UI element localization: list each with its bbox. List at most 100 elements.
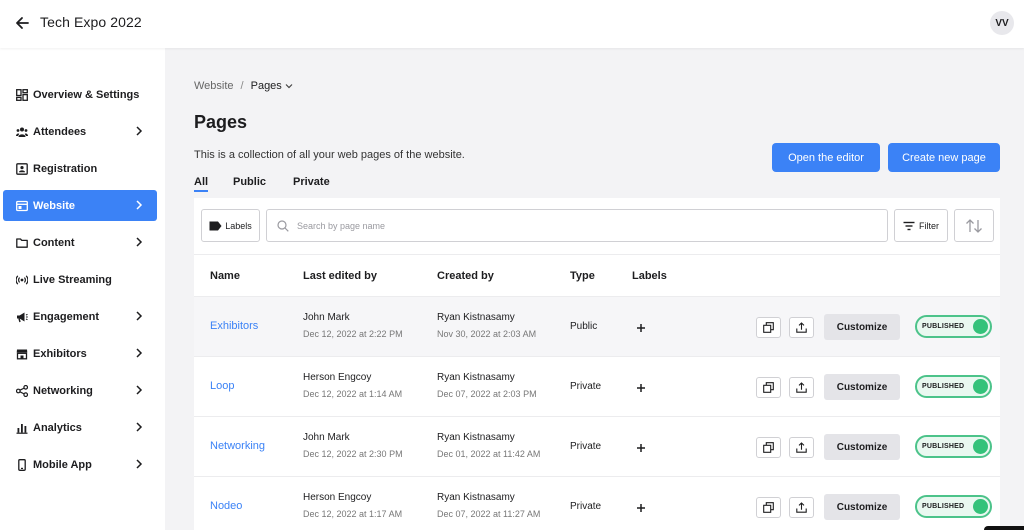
copy-icon xyxy=(763,502,774,513)
tab-private[interactable]: Private xyxy=(293,176,330,188)
sidebar-item-networking[interactable]: Networking xyxy=(3,375,157,406)
sidebar-item-content[interactable]: Content xyxy=(3,227,157,258)
sidebar-item-overview-settings[interactable]: Overview & Settings xyxy=(3,79,157,110)
add-label-plus-icon[interactable] xyxy=(635,442,647,454)
sidebar-item-analytics[interactable]: Analytics xyxy=(3,412,157,443)
sidebar-item-website[interactable]: Website xyxy=(3,190,157,221)
upload-icon xyxy=(796,382,807,393)
sidebar-item-live-streaming[interactable]: Live Streaming xyxy=(3,264,157,295)
table-header: Name Last edited by Created by Type Labe… xyxy=(194,254,1000,296)
bar-chart-icon xyxy=(16,422,28,434)
page-name-link[interactable]: Loop xyxy=(210,380,234,392)
add-label-plus-icon[interactable] xyxy=(635,322,647,334)
customize-button[interactable]: Customize xyxy=(824,434,900,460)
open-editor-button[interactable]: Open the editor xyxy=(772,143,880,172)
sidebar-item-exhibitors[interactable]: Exhibitors xyxy=(3,338,157,369)
pages-table-card: Labels Filter Name Last edited by Create… xyxy=(194,198,1000,530)
sidebar-item-mobile-app[interactable]: Mobile App xyxy=(3,449,157,480)
sidebar-item-engagement[interactable]: Engagement xyxy=(3,301,157,332)
breadcrumb-parent[interactable]: Website xyxy=(194,80,234,92)
main-content: Website / Pages Pages This is a collecti… xyxy=(165,48,1024,530)
customize-button[interactable]: Customize xyxy=(824,494,900,520)
toggle-knob xyxy=(973,319,988,334)
export-button[interactable] xyxy=(789,377,814,398)
sidebar-item-label: Mobile App xyxy=(33,458,92,471)
megaphone-icon xyxy=(16,311,28,323)
status-label: PUBLISHED xyxy=(922,443,965,450)
created-by: Ryan Kistnasamy xyxy=(437,312,515,323)
duplicate-button[interactable] xyxy=(756,317,781,338)
sidebar-item-attendees[interactable]: Attendees xyxy=(3,116,157,147)
labels-filter-button[interactable]: Labels xyxy=(201,209,260,242)
sidebar-item-label: Engagement xyxy=(33,310,100,323)
table-row[interactable]: Exhibitors John Mark Dec 12, 2022 at 2:2… xyxy=(194,296,1000,356)
tab-all[interactable]: All xyxy=(194,176,209,192)
created-at: Dec 07, 2022 at 11:27 AM xyxy=(437,509,541,519)
last-edited-at: Dec 12, 2022 at 1:17 AM xyxy=(303,509,403,519)
mobile-icon xyxy=(16,458,28,471)
column-header-name[interactable]: Name xyxy=(210,270,240,282)
sort-arrows-icon xyxy=(966,218,982,233)
last-edited-at: Dec 12, 2022 at 1:14 AM xyxy=(303,389,403,399)
avatar[interactable]: VV xyxy=(990,11,1014,35)
page-name-link[interactable]: Exhibitors xyxy=(210,320,258,332)
column-header-type[interactable]: Type xyxy=(570,270,595,282)
top-bar: Tech Expo 2022 VV xyxy=(0,0,1024,48)
back-arrow-icon[interactable] xyxy=(14,14,30,32)
customize-button[interactable]: Customize xyxy=(824,374,900,400)
store-icon xyxy=(16,348,28,360)
sort-button[interactable] xyxy=(954,209,994,242)
event-title: Tech Expo 2022 xyxy=(40,14,142,30)
chevron-right-icon xyxy=(136,459,143,469)
chevron-right-icon xyxy=(136,385,143,395)
created-by: Ryan Kistnasamy xyxy=(437,432,515,443)
export-button[interactable] xyxy=(789,497,814,518)
search-input[interactable] xyxy=(297,220,887,231)
last-edited-by: John Mark xyxy=(303,312,350,323)
customize-button[interactable]: Customize xyxy=(824,314,900,340)
table-row[interactable]: Networking John Mark Dec 12, 2022 at 2:3… xyxy=(194,416,1000,476)
add-label-plus-icon[interactable] xyxy=(635,502,647,514)
duplicate-button[interactable] xyxy=(756,377,781,398)
sidebar-item-label: Attendees xyxy=(33,125,87,138)
search-icon xyxy=(277,220,289,232)
chevron-right-icon xyxy=(136,422,143,432)
label-tag-icon xyxy=(209,221,222,230)
page-name-link[interactable]: Networking xyxy=(210,440,265,452)
last-edited-at: Dec 12, 2022 at 2:22 PM xyxy=(303,329,403,339)
last-edited-by: Herson Engcoy xyxy=(303,372,372,383)
last-edited-by: Herson Engcoy xyxy=(303,492,372,503)
dashboard-icon xyxy=(16,88,28,101)
upload-icon xyxy=(796,322,807,333)
broadcast-icon xyxy=(16,274,28,286)
published-toggle[interactable]: PUBLISHED xyxy=(915,495,992,518)
export-button[interactable] xyxy=(789,437,814,458)
column-header-created[interactable]: Created by xyxy=(437,270,494,282)
column-header-last-edited[interactable]: Last edited by xyxy=(303,270,377,282)
filter-button[interactable]: Filter xyxy=(894,209,948,242)
scroll-edge xyxy=(984,526,1024,530)
sidebar-item-label: Live Streaming xyxy=(33,273,112,286)
page-name-link[interactable]: Nodeo xyxy=(210,500,242,512)
copy-icon xyxy=(763,442,774,453)
table-row[interactable]: Nodeo Herson Engcoy Dec 12, 2022 at 1:17… xyxy=(194,476,1000,530)
published-toggle[interactable]: PUBLISHED xyxy=(915,315,992,338)
created-at: Nov 30, 2022 at 2:03 AM xyxy=(437,329,537,339)
sidebar-item-registration[interactable]: Registration xyxy=(3,153,157,184)
duplicate-button[interactable] xyxy=(756,497,781,518)
published-toggle[interactable]: PUBLISHED xyxy=(915,435,992,458)
published-toggle[interactable]: PUBLISHED xyxy=(915,375,992,398)
people-icon xyxy=(16,126,28,138)
sidebar-item-label: Networking xyxy=(33,384,93,397)
export-button[interactable] xyxy=(789,317,814,338)
chevron-down-icon[interactable] xyxy=(285,82,293,90)
add-label-plus-icon[interactable] xyxy=(635,382,647,394)
upload-icon xyxy=(796,502,807,513)
create-new-page-button[interactable]: Create new page xyxy=(888,143,1000,172)
status-label: PUBLISHED xyxy=(922,383,965,390)
tab-public[interactable]: Public xyxy=(233,176,266,188)
table-row[interactable]: Loop Herson Engcoy Dec 12, 2022 at 1:14 … xyxy=(194,356,1000,416)
duplicate-button[interactable] xyxy=(756,437,781,458)
filter-icon xyxy=(903,221,915,230)
breadcrumb-current[interactable]: Pages xyxy=(251,80,282,92)
